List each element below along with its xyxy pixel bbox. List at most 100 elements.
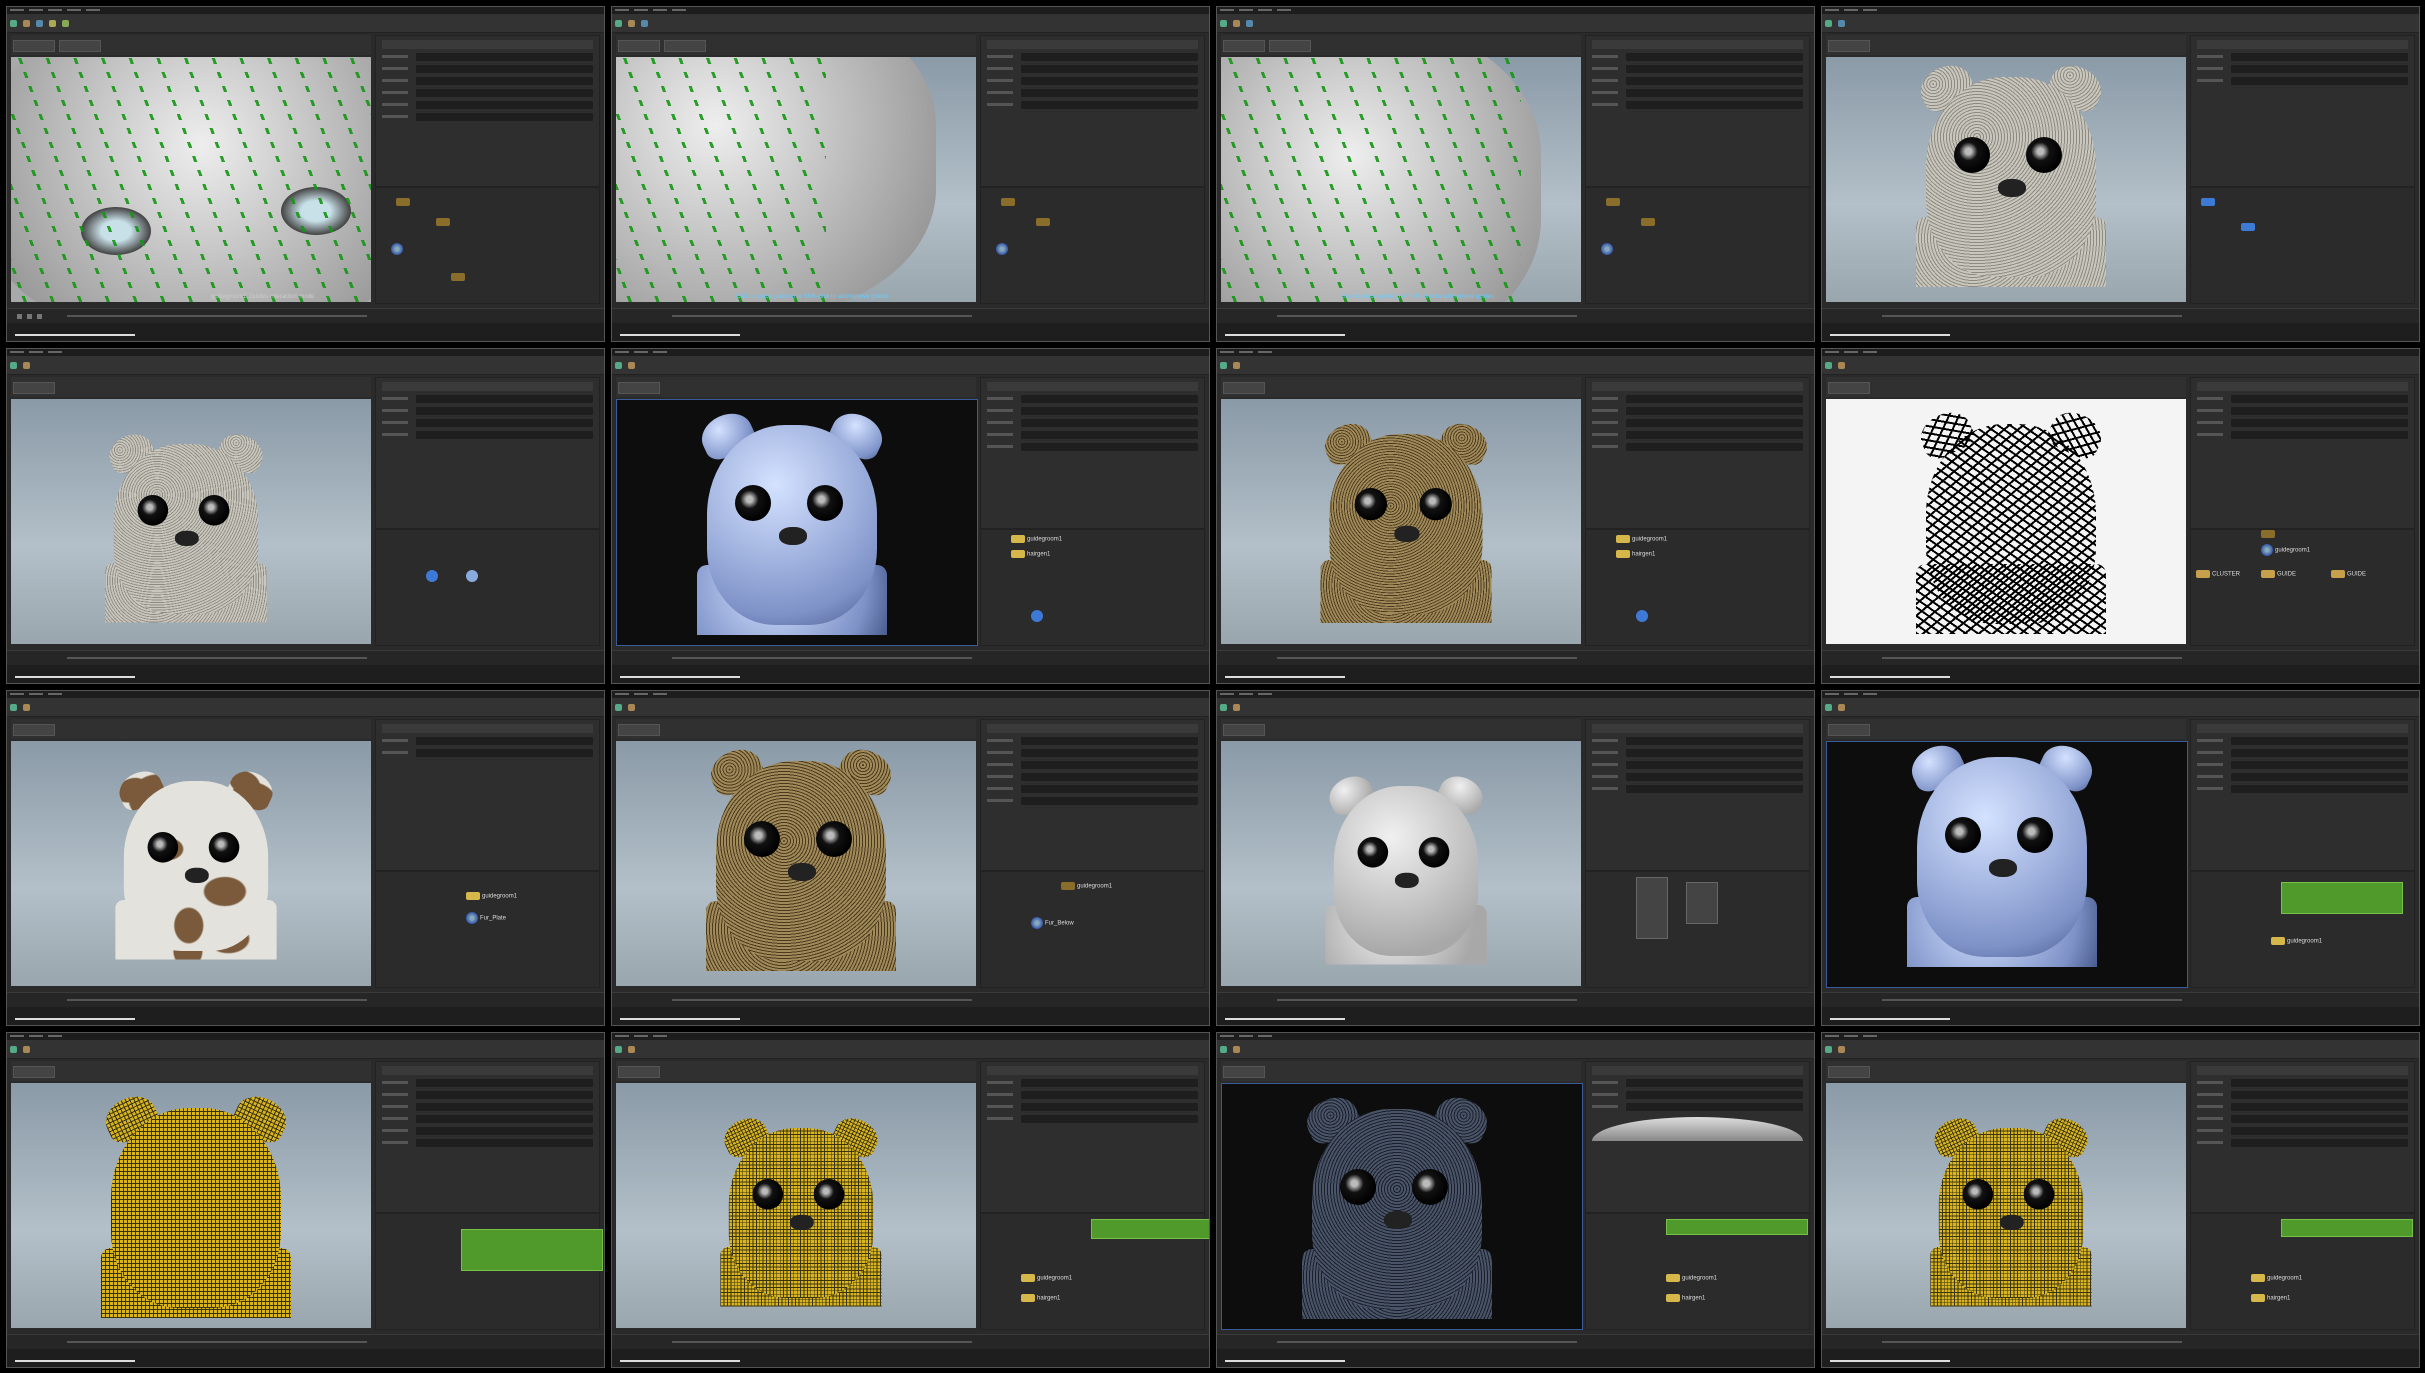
shelf-toolbar[interactable] xyxy=(7,14,604,33)
parameter-pane[interactable] xyxy=(1585,35,1810,187)
node-guidegroom[interactable]: guidegroom1 xyxy=(1061,882,1112,890)
shelf-toolbar[interactable] xyxy=(612,14,1209,33)
shelf-toolbar[interactable] xyxy=(612,1040,1209,1059)
parameter-pane[interactable] xyxy=(1585,1061,1810,1213)
network-editor[interactable] xyxy=(375,187,600,304)
menu-bar[interactable] xyxy=(7,691,604,698)
menu-bar[interactable] xyxy=(1822,349,2419,356)
viewport[interactable] xyxy=(1826,57,2186,302)
node-cluster[interactable]: CLUSTER xyxy=(2196,570,2240,578)
shelf-toolbar[interactable] xyxy=(1217,356,1814,375)
timeline[interactable] xyxy=(612,650,1209,665)
node[interactable] xyxy=(1606,198,1622,206)
network-box[interactable] xyxy=(461,1229,603,1271)
node-hairgen[interactable]: hairgen1 xyxy=(1011,550,1050,558)
node[interactable] xyxy=(2261,530,2277,538)
node-guidegroom[interactable]: guidegroom1 xyxy=(1021,1274,1072,1282)
node[interactable] xyxy=(391,243,405,255)
node-guidegroom[interactable]: guidegroom1 xyxy=(1616,535,1667,543)
node[interactable] xyxy=(451,273,467,281)
parameter-pane[interactable] xyxy=(2190,719,2415,871)
node[interactable] xyxy=(436,218,452,226)
menu-bar[interactable] xyxy=(612,7,1209,14)
node-guide[interactable]: GUIDE xyxy=(2261,570,2296,578)
viewport-toolbar[interactable] xyxy=(11,377,371,397)
shelf-toolbar[interactable] xyxy=(612,356,1209,375)
viewport-toolbar[interactable] xyxy=(11,1061,371,1081)
node-fur-plate[interactable]: Fur_Plate xyxy=(466,912,506,924)
menu-bar[interactable] xyxy=(1217,691,1814,698)
timeline[interactable] xyxy=(7,650,604,665)
viewport[interactable]: Click to place guide(s) or Shift-click t… xyxy=(1221,57,1581,302)
node[interactable] xyxy=(2201,198,2217,206)
shelf-toolbar[interactable] xyxy=(1217,14,1814,33)
node[interactable] xyxy=(426,570,440,582)
menu-bar[interactable] xyxy=(612,1033,1209,1040)
parameter-pane[interactable] xyxy=(980,1061,1205,1213)
network-editor[interactable]: guidegroom1 hairgen1 xyxy=(1585,1213,1810,1330)
viewport-toolbar[interactable] xyxy=(11,35,371,55)
network-editor[interactable]: guidegroom1 hairgen1 xyxy=(980,529,1205,646)
network-editor[interactable]: guidegroom1 hairgen1 xyxy=(1585,529,1810,646)
shelf-toolbar[interactable] xyxy=(1822,356,2419,375)
viewport[interactable]: Click to place guide(s) or Shift-click t… xyxy=(616,57,976,302)
parameter-pane[interactable] xyxy=(2190,1061,2415,1213)
parameter-pane[interactable] xyxy=(980,377,1205,529)
network-box[interactable] xyxy=(2281,1219,2413,1237)
timeline[interactable] xyxy=(1217,1334,1814,1349)
viewport-toolbar[interactable] xyxy=(1826,719,2186,739)
shelf-toolbar[interactable] xyxy=(1822,14,2419,33)
node-guidegroom[interactable]: guidegroom1 xyxy=(2251,1274,2302,1282)
viewport[interactable] xyxy=(1826,1083,2186,1328)
network-editor[interactable] xyxy=(375,529,600,646)
shelf-toolbar[interactable] xyxy=(7,1040,604,1059)
timeline[interactable] xyxy=(612,992,1209,1007)
timeline[interactable] xyxy=(612,308,1209,323)
network-editor[interactable]: guidegroom1 Fur_Below xyxy=(980,871,1205,988)
dropdown-menu[interactable] xyxy=(1686,882,1718,924)
viewport-toolbar[interactable] xyxy=(616,377,976,397)
node[interactable] xyxy=(466,570,480,582)
network-editor[interactable]: guidegroom1 hairgen1 xyxy=(2190,1213,2415,1330)
network-editor[interactable]: guidegroom1 xyxy=(2190,871,2415,988)
dropdown-menu[interactable] xyxy=(1636,877,1668,939)
viewport[interactable] xyxy=(11,1083,371,1328)
shelf-toolbar[interactable] xyxy=(1217,698,1814,717)
timeline[interactable] xyxy=(1217,650,1814,665)
viewport-toolbar[interactable] xyxy=(1826,377,2186,397)
viewport-toolbar[interactable] xyxy=(1826,1061,2186,1081)
parameter-pane[interactable] xyxy=(375,377,600,529)
network-editor[interactable]: guidegroom1 Fur_Plate xyxy=(375,871,600,988)
timeline[interactable] xyxy=(1822,1334,2419,1349)
node-guidegroom[interactable]: guidegroom1 xyxy=(2271,937,2322,945)
parameter-pane[interactable] xyxy=(1585,719,1810,871)
viewport[interactable] xyxy=(616,741,976,986)
shelf-toolbar[interactable] xyxy=(612,698,1209,717)
parameter-pane[interactable] xyxy=(980,35,1205,187)
shelf-toolbar[interactable] xyxy=(1822,1040,2419,1059)
parameter-pane[interactable] xyxy=(980,719,1205,871)
viewport[interactable] xyxy=(616,1083,976,1328)
timeline[interactable] xyxy=(1217,992,1814,1007)
viewport-toolbar[interactable] xyxy=(616,719,976,739)
timeline[interactable] xyxy=(7,992,604,1007)
network-editor[interactable] xyxy=(1585,871,1810,988)
node-hairgen[interactable]: hairgen1 xyxy=(1616,550,1655,558)
node-guidegroom[interactable]: guidegroom1 xyxy=(1011,535,1062,543)
timeline[interactable] xyxy=(1822,650,2419,665)
viewport[interactable] xyxy=(1221,741,1581,986)
node[interactable] xyxy=(1641,218,1657,226)
timeline[interactable] xyxy=(1217,308,1814,323)
parameter-pane[interactable] xyxy=(375,35,600,187)
parameter-pane[interactable] xyxy=(1585,377,1810,529)
node[interactable] xyxy=(1036,218,1052,226)
shelf-toolbar[interactable] xyxy=(1217,1040,1814,1059)
network-box[interactable] xyxy=(1666,1219,1808,1235)
viewport-toolbar[interactable] xyxy=(1221,377,1581,397)
network-editor[interactable]: guidegroom1 hairgen1 xyxy=(980,1213,1209,1330)
viewport-toolbar[interactable] xyxy=(11,719,371,739)
viewport-toolbar[interactable] xyxy=(1221,719,1581,739)
menu-bar[interactable] xyxy=(7,349,604,356)
network-box[interactable] xyxy=(2281,882,2403,914)
timeline[interactable] xyxy=(1822,308,2419,323)
